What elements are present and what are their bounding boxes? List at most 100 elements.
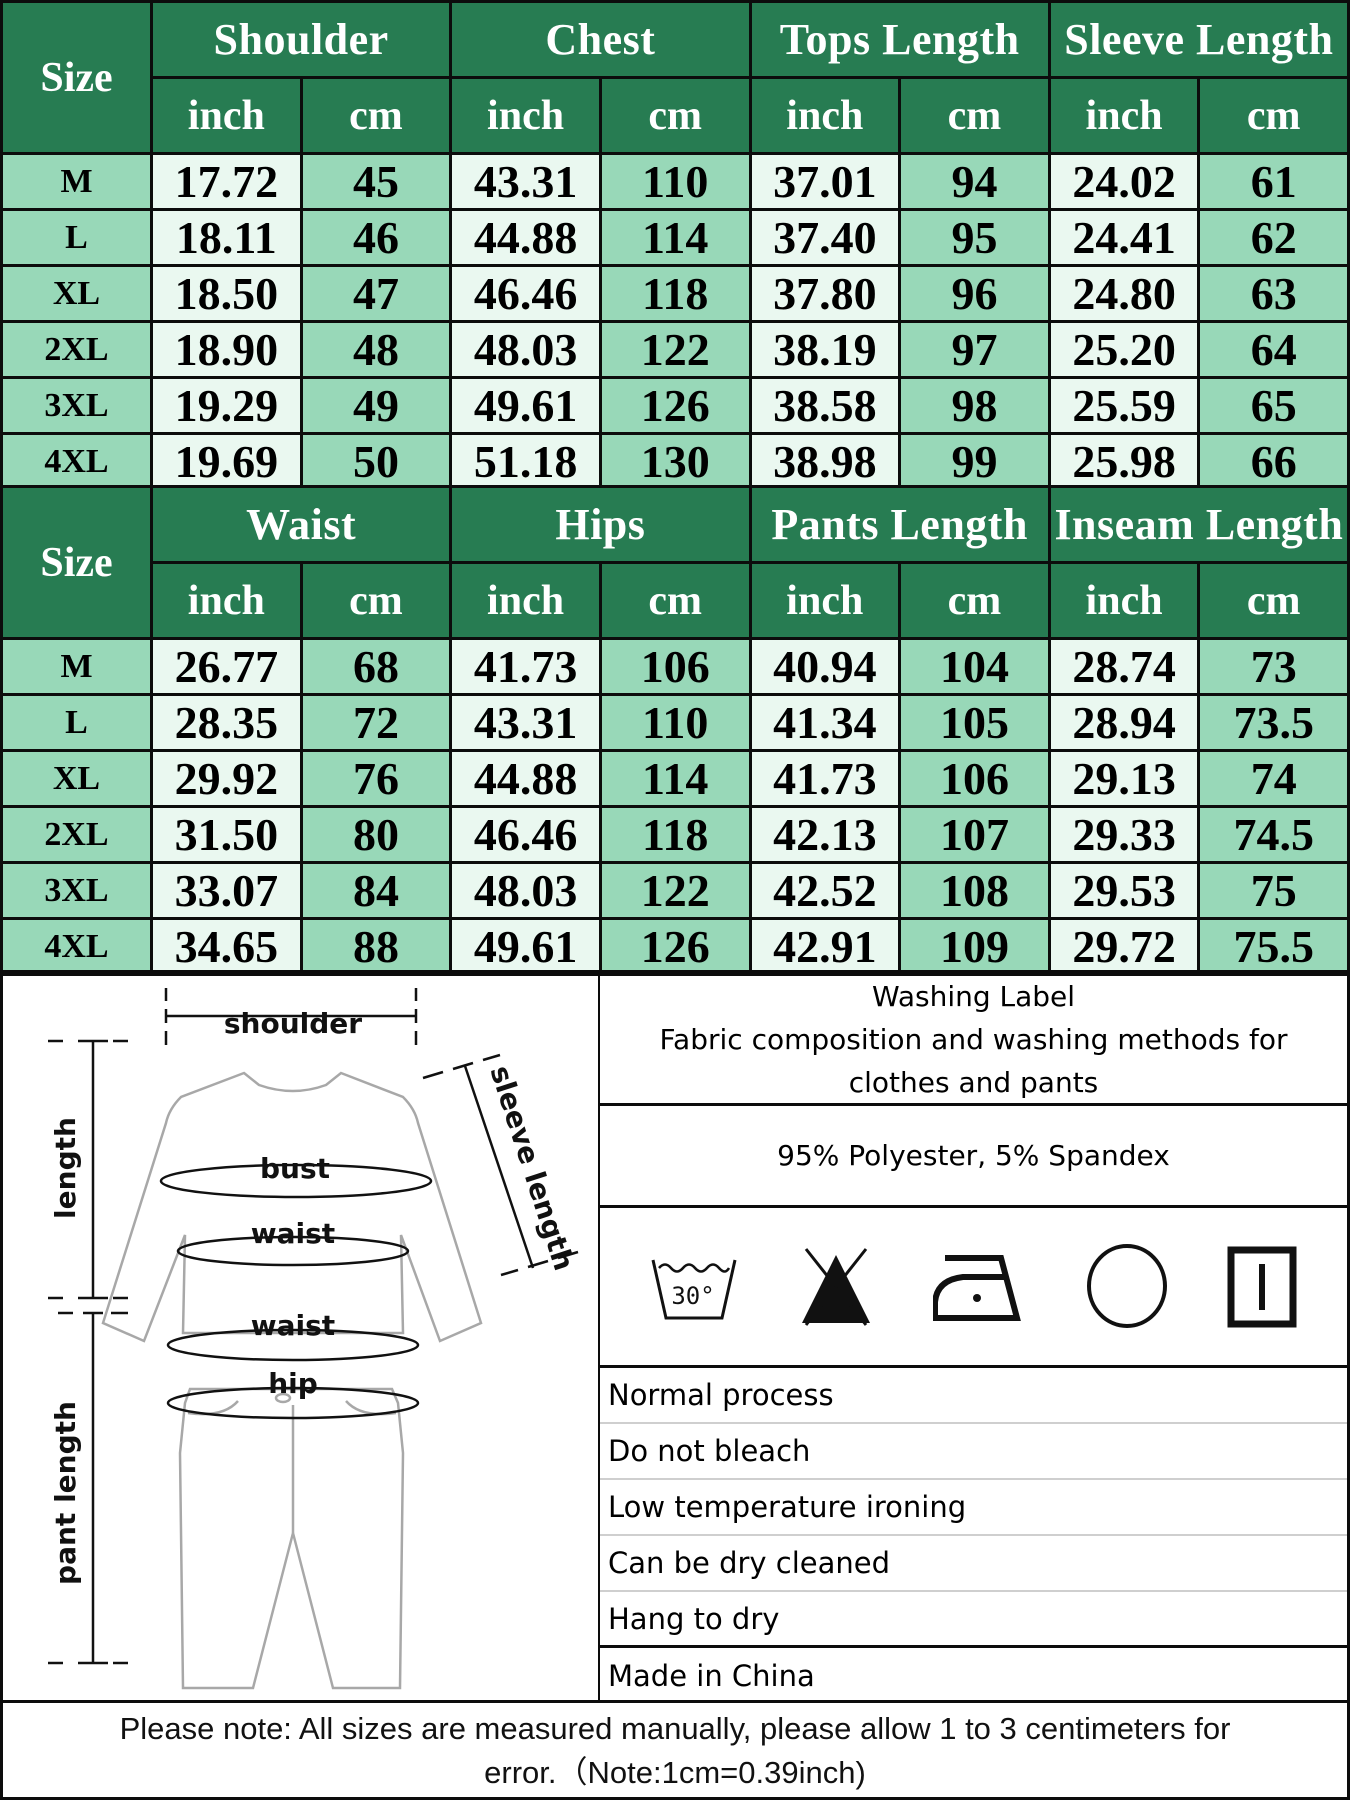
unit-header: cm: [1197, 76, 1350, 155]
sleeve-length-label: sleeve length: [483, 1062, 580, 1275]
garment-measurement-illustration: shoulder bust waist waist hip length pan…: [48, 988, 581, 1690]
inch-value-cell: 24.02: [1047, 152, 1201, 211]
group-header-tops-length: Tops Length: [748, 0, 1051, 79]
cm-value-cell: 122: [598, 861, 752, 920]
cm-value-cell: 88: [299, 917, 453, 976]
inch-value-cell: 43.31: [449, 693, 602, 752]
dry-clean-icon: [1086, 1244, 1167, 1328]
table-row: 3XL 33.07 84 48.03 122 42.52 108 29.53 75: [0, 861, 1350, 920]
table-row: L 28.35 72 43.31 110 41.34 105 28.94 73.5: [0, 693, 1350, 752]
cm-value-cell: 46: [299, 208, 453, 267]
unit-header: inch: [150, 561, 303, 640]
cm-value-cell: 94: [898, 152, 1051, 211]
cm-value-cell: 64: [1197, 320, 1350, 379]
care-instruction: Low temperature ironing: [600, 1480, 1347, 1536]
top-waist-label: waist: [251, 1217, 335, 1250]
cm-value-cell: 84: [299, 861, 453, 920]
cm-value-cell: 97: [898, 320, 1051, 379]
cm-value-cell: 75: [1197, 861, 1350, 920]
cm-value-cell: 118: [598, 805, 752, 864]
pant-waist-label: waist: [251, 1309, 335, 1342]
cm-value-cell: 110: [598, 152, 752, 211]
unit-header: cm: [299, 76, 453, 155]
table-row: 4XL 19.69 50 51.18 130 38.98 99 25.98 66: [0, 432, 1350, 491]
unit-header: inch: [449, 76, 602, 155]
inch-value-cell: 48.03: [449, 320, 602, 379]
inch-value-cell: 19.29: [150, 376, 303, 435]
cm-value-cell: 66: [1197, 432, 1350, 491]
pants-size-table: Size Waist Hips Pants Length Inseam Leng…: [0, 485, 1350, 976]
cm-value-cell: 49: [299, 376, 453, 435]
inch-value-cell: 48.03: [449, 861, 602, 920]
table-row: XL 29.92 76 44.88 114 41.73 106 29.13 74: [0, 749, 1350, 808]
cm-value-cell: 104: [898, 637, 1051, 696]
inch-value-cell: 44.88: [449, 208, 602, 267]
inch-value-cell: 40.94: [748, 637, 902, 696]
inch-value-cell: 18.90: [150, 320, 303, 379]
group-header-inseam-length: Inseam Length: [1047, 485, 1350, 564]
unit-header: cm: [898, 561, 1051, 640]
cm-value-cell: 122: [598, 320, 752, 379]
size-cell: M: [0, 637, 153, 696]
cm-value-cell: 72: [299, 693, 453, 752]
size-cell: 3XL: [0, 376, 153, 435]
shoulder-label: shoulder: [224, 1007, 362, 1040]
cm-value-cell: 114: [598, 749, 752, 808]
origin-label: Made in China: [608, 1658, 815, 1693]
inch-value-cell: 37.01: [748, 152, 902, 211]
tops-table-body: M 17.72 45 43.31 110 37.01 94 24.02 61 L 18.11 46 44…: [0, 152, 1350, 491]
unit-header: inch: [1047, 76, 1201, 155]
fabric-composition: 95% Polyester, 5% Spandex: [600, 1106, 1347, 1208]
table-row: M 17.72 45 43.31 110 37.01 94 24.02 61: [0, 152, 1350, 211]
unit-header: inch: [150, 76, 303, 155]
cm-value-cell: 68: [299, 637, 453, 696]
hang-dry-icon: [1227, 1246, 1296, 1327]
cm-value-cell: 95: [898, 208, 1051, 267]
table-row: XL 18.50 47 46.46 118 37.80 96 24.80 63: [0, 264, 1350, 323]
bust-label: bust: [260, 1152, 330, 1185]
inch-value-cell: 26.77: [150, 637, 303, 696]
inch-value-cell: 18.50: [150, 264, 303, 323]
cm-value-cell: 126: [598, 917, 752, 976]
group-header-waist: Waist: [149, 485, 453, 564]
table-row: 2XL 18.90 48 48.03 122 38.19 97 25.20 64: [0, 320, 1350, 379]
cm-value-cell: 48: [299, 320, 453, 379]
size-header: Size: [0, 485, 153, 640]
size-header: Size: [0, 0, 153, 155]
inch-value-cell: 41.73: [449, 637, 602, 696]
cm-value-cell: 75.5: [1197, 917, 1350, 976]
inch-value-cell: 46.46: [449, 264, 602, 323]
unit-header: inch: [449, 561, 602, 640]
group-header-chest: Chest: [449, 0, 752, 79]
inch-value-cell: 42.52: [748, 861, 902, 920]
inch-value-cell: 29.13: [1047, 749, 1201, 808]
hip-label: hip: [268, 1367, 318, 1400]
inch-value-cell: 49.61: [449, 376, 602, 435]
inch-value-cell: 42.13: [748, 805, 902, 864]
cm-value-cell: 74: [1197, 749, 1350, 808]
group-header-sleeve-length: Sleeve Length: [1047, 0, 1350, 79]
cm-value-cell: 110: [598, 693, 752, 752]
table-row: M 26.77 68 41.73 106 40.94 104 28.74 73: [0, 637, 1350, 696]
measurement-diagram: shoulder bust waist waist hip length pan…: [0, 973, 600, 1703]
care-symbols: 30°: [600, 1208, 1347, 1368]
cm-value-cell: 62: [1197, 208, 1350, 267]
inch-value-cell: 38.19: [748, 320, 902, 379]
cm-value-cell: 114: [598, 208, 752, 267]
wash-temperature: 30°: [671, 1282, 714, 1310]
inch-value-cell: 29.33: [1047, 805, 1201, 864]
care-instruction: Can be dry cleaned: [600, 1536, 1347, 1592]
size-cell: L: [0, 693, 153, 752]
inch-value-cell: 46.46: [449, 805, 602, 864]
size-cell: 3XL: [0, 861, 153, 920]
unit-header: inch: [748, 76, 902, 155]
size-cell: L: [0, 208, 153, 267]
cm-value-cell: 98: [898, 376, 1051, 435]
unit-header: cm: [299, 561, 453, 640]
cm-value-cell: 105: [898, 693, 1051, 752]
cm-value-cell: 50: [299, 432, 453, 491]
cm-value-cell: 45: [299, 152, 453, 211]
inch-value-cell: 19.69: [150, 432, 303, 491]
inch-value-cell: 43.31: [449, 152, 602, 211]
unit-header: cm: [598, 561, 752, 640]
